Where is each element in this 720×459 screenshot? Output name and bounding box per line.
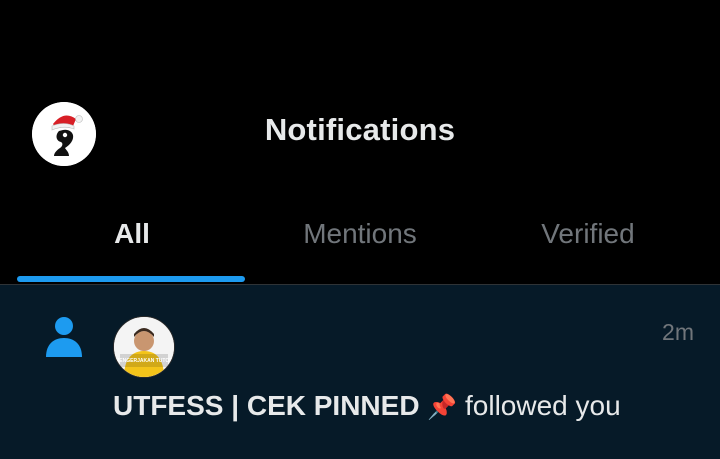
notification-action: followed you bbox=[465, 390, 621, 421]
follower-name[interactable]: UTFESS | CEK PINNED bbox=[113, 390, 420, 421]
follower-avatar[interactable]: MENGERJAKAN TUTOR bbox=[113, 316, 175, 378]
tab-mentions[interactable]: Mentions bbox=[240, 205, 480, 285]
tab-all[interactable]: All bbox=[12, 205, 252, 285]
notification-time: 2m bbox=[662, 319, 694, 345]
avatar-caption: MENGERJAKAN TUTOR bbox=[115, 358, 173, 364]
notification-item[interactable]: MENGERJAKAN TUTOR 2m UTFESS | CEK PINNED… bbox=[0, 285, 720, 459]
page-title: Notifications bbox=[264, 112, 456, 147]
tab-verified[interactable]: Verified bbox=[468, 205, 708, 285]
follower-avatar-image: MENGERJAKAN TUTOR bbox=[114, 317, 174, 377]
pushpin-emoji: 📌 bbox=[427, 394, 458, 421]
notifications-header: Notifications All Mentions Verified bbox=[0, 0, 720, 285]
notification-text: UTFESS | CEK PINNED 📌 followed you bbox=[113, 390, 621, 422]
active-tab-indicator bbox=[17, 276, 245, 282]
notification-tabs: All Mentions Verified bbox=[0, 205, 720, 285]
person-icon bbox=[46, 317, 82, 357]
